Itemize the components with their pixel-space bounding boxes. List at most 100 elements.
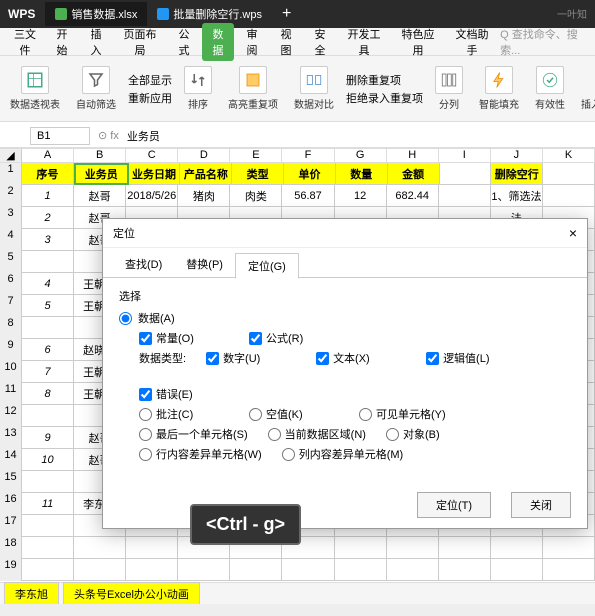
menu-2[interactable]: 插入 (80, 23, 112, 61)
cell-address-box[interactable] (30, 127, 90, 145)
menu-1[interactable]: 开始 (46, 23, 78, 61)
col-G[interactable]: G (335, 149, 387, 162)
col-K[interactable]: K (543, 149, 595, 162)
menu-5[interactable]: 数据 (202, 23, 234, 61)
menu-3[interactable]: 页面布局 (114, 23, 166, 61)
row-6[interactable]: 6 (0, 273, 22, 295)
ribbon-highlight[interactable]: 高亮重复项 (224, 66, 282, 111)
col-A[interactable]: A (22, 149, 74, 162)
cell[interactable] (22, 515, 74, 537)
check-const[interactable] (139, 332, 152, 345)
cell[interactable] (543, 559, 595, 581)
row-18[interactable]: 18 (0, 537, 22, 559)
row-9[interactable]: 9 (0, 339, 22, 361)
cell[interactable]: 9 (22, 427, 74, 449)
cell[interactable] (22, 537, 74, 559)
col-I[interactable]: I (439, 149, 491, 162)
cell[interactable] (282, 559, 334, 581)
goto-close-button[interactable]: 关闭 (511, 492, 571, 518)
ribbon-rejectdup[interactable]: 拒绝录入重复项 (346, 90, 423, 106)
check-num[interactable] (206, 352, 219, 365)
ribbon-reapply[interactable]: 重新应用 (128, 90, 172, 106)
row-2[interactable]: 2 (0, 185, 22, 207)
cell[interactable] (74, 559, 126, 581)
radio-curdata[interactable] (268, 428, 281, 441)
cell[interactable] (439, 537, 491, 559)
ribbon-pivot[interactable]: 数据透视表 (6, 66, 64, 111)
cell[interactable]: 682.44 (387, 185, 439, 207)
cell[interactable]: 猪肉 (178, 185, 230, 207)
cell[interactable]: 3 (22, 229, 74, 251)
menu-10[interactable]: 特色应用 (392, 23, 444, 61)
header-cell[interactable]: 业务日期 (129, 163, 181, 185)
row-4[interactable]: 4 (0, 229, 22, 251)
tab-find[interactable]: 查找(D) (113, 252, 174, 278)
menu-4[interactable]: 公式 (168, 23, 200, 61)
cell[interactable] (387, 537, 439, 559)
cell[interactable] (22, 471, 74, 493)
formula-bar[interactable]: 业务员 (127, 128, 595, 144)
cell[interactable]: 1、筛选法 (491, 185, 543, 207)
header-cell[interactable]: 序号 (22, 163, 74, 185)
menu-9[interactable]: 开发工具 (338, 23, 390, 61)
tab-goto[interactable]: 定位(G) (235, 253, 299, 279)
check-formula[interactable] (249, 332, 262, 345)
ribbon-filter[interactable]: 自动筛选 (72, 66, 120, 111)
ribbon-flash[interactable]: 智能填充 (475, 66, 523, 111)
sheet-tab-2[interactable]: 头条号Excel办公小动画 (63, 582, 200, 606)
header-cell[interactable]: 数量 (336, 163, 388, 185)
radio-visible[interactable] (359, 408, 372, 421)
row-14[interactable]: 14 (0, 449, 22, 471)
cell[interactable] (491, 537, 543, 559)
radio-blank[interactable] (249, 408, 262, 421)
header-cell[interactable]: 单价 (284, 163, 336, 185)
radio-rowdiff[interactable] (139, 448, 152, 461)
row-5[interactable]: 5 (0, 251, 22, 273)
col-H[interactable]: H (387, 149, 439, 162)
menu-11[interactable]: 文档助手 (446, 23, 498, 61)
cell[interactable] (74, 537, 126, 559)
cell[interactable] (335, 559, 387, 581)
cell[interactable] (491, 559, 543, 581)
search-hint[interactable]: Q 查找命令、搜索... (500, 26, 589, 58)
ribbon-valid[interactable]: 有效性 (531, 66, 569, 111)
cell[interactable]: 8 (22, 383, 74, 405)
row-12[interactable]: 12 (0, 405, 22, 427)
cell[interactable] (439, 559, 491, 581)
header-cell[interactable]: 业务员 (74, 163, 129, 185)
close-icon[interactable]: × (569, 225, 577, 241)
cell[interactable] (230, 559, 282, 581)
cell[interactable] (335, 537, 387, 559)
menu-8[interactable]: 安全 (304, 23, 336, 61)
ribbon-dropdown[interactable]: 插入下拉列表 (577, 66, 595, 111)
cell[interactable]: 12 (335, 185, 387, 207)
check-err[interactable] (139, 388, 152, 401)
cell[interactable]: 7 (22, 361, 74, 383)
header-cell[interactable]: 删除空行 (491, 163, 543, 185)
cell[interactable]: 5 (22, 295, 74, 317)
menu-7[interactable]: 视图 (270, 23, 302, 61)
radio-coldiff[interactable] (282, 448, 295, 461)
cell[interactable] (22, 317, 74, 339)
cell[interactable]: 6 (22, 339, 74, 361)
radio-obj[interactable] (386, 428, 399, 441)
row-13[interactable]: 13 (0, 427, 22, 449)
cell[interactable] (126, 559, 178, 581)
row-15[interactable]: 15 (0, 471, 22, 493)
row-3[interactable]: 3 (0, 207, 22, 229)
row-8[interactable]: 8 (0, 317, 22, 339)
header-cell[interactable]: 金额 (388, 163, 440, 185)
check-logic[interactable] (426, 352, 439, 365)
col-C[interactable]: C (126, 149, 178, 162)
radio-last[interactable] (139, 428, 152, 441)
ribbon-split[interactable]: 分列 (431, 66, 467, 111)
ribbon-removedup[interactable]: 删除重复项 (346, 72, 423, 88)
row-7[interactable]: 7 (0, 295, 22, 317)
header-cell[interactable] (543, 163, 595, 185)
ribbon-sort[interactable]: 排序 (180, 66, 216, 111)
header-cell[interactable]: 产品名称 (180, 163, 232, 185)
cell[interactable]: 11 (22, 493, 74, 515)
radio-comment[interactable] (139, 408, 152, 421)
cell[interactable] (22, 251, 74, 273)
menu-6[interactable]: 审阅 (236, 23, 268, 61)
